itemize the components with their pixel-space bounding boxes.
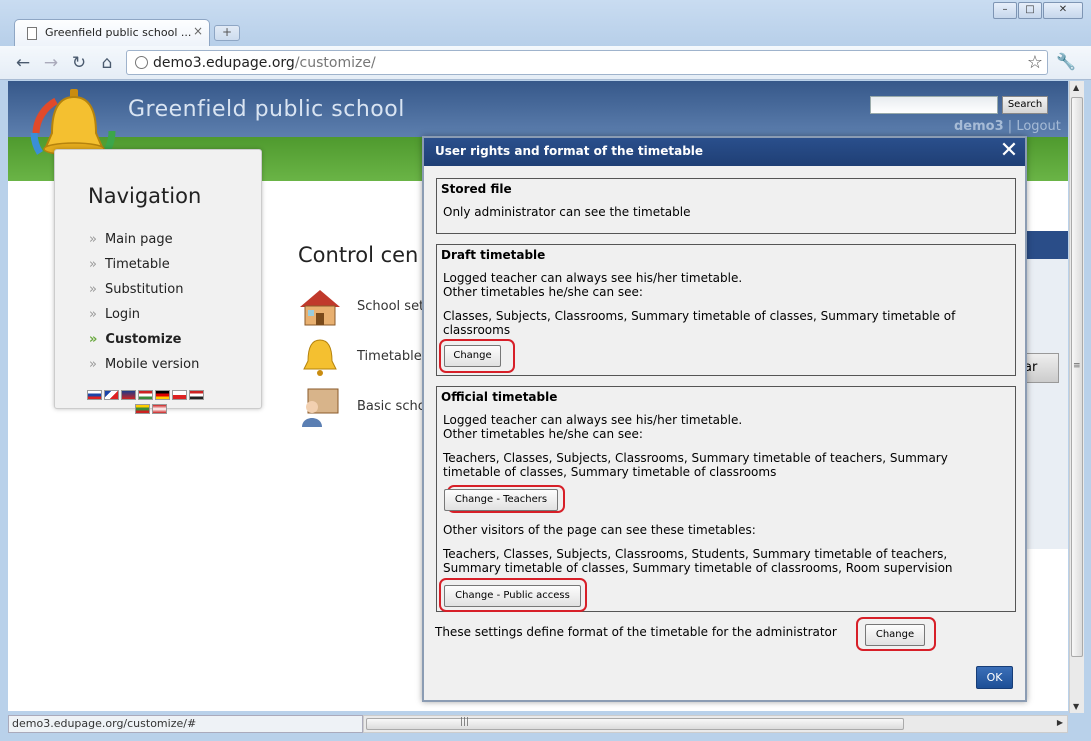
change-teachers-button[interactable]: Change - Teachers (444, 489, 558, 511)
scroll-thumb[interactable] (1071, 97, 1083, 657)
nav-item-timetable[interactable]: » Timetable (89, 257, 199, 282)
username-link[interactable]: demo3 (954, 119, 1004, 134)
flag-icon[interactable] (155, 390, 170, 400)
site-title: Greenfield public school (128, 97, 405, 122)
globe-icon (135, 56, 148, 69)
window-controls: – □ ✕ (992, 2, 1083, 19)
official-timetable-section: Official timetable Logged teacher can al… (436, 386, 1016, 612)
control-center-title: Control cen (298, 243, 419, 267)
flag-icon[interactable] (104, 390, 119, 400)
home-icon[interactable]: ⌂ (96, 52, 118, 74)
dialog-close-icon[interactable]: ✕ (997, 139, 1021, 163)
draft-timetable-section: Draft timetable Logged teacher can alway… (436, 244, 1016, 376)
visitors-text: Other visitors of the page can see these… (443, 523, 756, 537)
reload-icon[interactable]: ↻ (68, 52, 90, 74)
nav-item-customize[interactable]: » Customize (89, 332, 199, 357)
bell-icon (303, 339, 337, 376)
bookmark-star-icon[interactable]: ☆ (1027, 52, 1043, 73)
chevron-right-icon: » (89, 332, 98, 347)
scroll-right-icon[interactable]: ▶ (1057, 718, 1063, 727)
search-button[interactable]: Search (1002, 96, 1048, 114)
horizontal-scrollbar[interactable]: ||| ▶ (363, 715, 1068, 733)
search-input[interactable] (870, 96, 998, 114)
vertical-scrollbar[interactable]: ▲ ≡ ▼ (1069, 81, 1084, 713)
flag-icon[interactable] (152, 404, 167, 414)
page-icon (27, 27, 37, 40)
scroll-up-icon[interactable]: ▲ (1073, 83, 1079, 92)
draft-line2: Other timetables he/she can see: (443, 285, 643, 299)
language-flags (87, 390, 227, 418)
navigation-list: » Main page » Timetable » Substitution » Log… (89, 232, 199, 382)
dialog-title: User rights and format of the timetable (435, 144, 704, 158)
chevron-right-icon: » (89, 282, 97, 297)
scroll-thumb[interactable] (366, 718, 904, 730)
window-close-icon[interactable]: ✕ (1043, 2, 1083, 19)
flag-icon[interactable] (138, 390, 153, 400)
stored-file-section: Stored file Only administrator can see t… (436, 178, 1016, 234)
official-list: Teachers, Classes, Subjects, Classrooms,… (443, 451, 948, 479)
tab-close-icon[interactable]: × (193, 24, 203, 38)
address-bar[interactable]: demo3.edupage.org/customize/ ☆ (126, 50, 1048, 75)
change-public-access-button[interactable]: Change - Public access (444, 585, 581, 607)
flag-icon[interactable] (135, 404, 150, 414)
status-url: demo3.edupage.org/customize/# (8, 715, 363, 733)
stored-file-heading: Stored file (441, 182, 512, 196)
draft-line1: Logged teacher can always see his/her ti… (443, 271, 743, 285)
house-icon (300, 290, 340, 326)
stored-file-text: Only administrator can see the timetable (443, 205, 691, 219)
flag-icon[interactable] (172, 390, 187, 400)
draft-change-button[interactable]: Change (444, 345, 501, 367)
status-bar: demo3.edupage.org/customize/# ||| ▶ (0, 713, 1091, 741)
chevron-right-icon: » (89, 307, 97, 322)
navigation-panel: Navigation » Main page » Timetable » Substi… (54, 149, 262, 414)
nav-item-login[interactable]: » Login (89, 307, 199, 332)
flag-icon[interactable] (121, 390, 136, 400)
nav-item-main-page[interactable]: » Main page (89, 232, 199, 257)
minimize-icon[interactable]: – (993, 2, 1017, 19)
new-tab-button[interactable]: + (214, 25, 240, 41)
navigation-heading: Navigation (88, 184, 202, 208)
scroll-down-icon[interactable]: ▼ (1073, 702, 1079, 711)
browser-tab[interactable]: Greenfield public school ... × (14, 19, 210, 46)
forward-icon[interactable]: → (40, 52, 62, 74)
maximize-icon[interactable]: □ (1018, 2, 1042, 19)
footer-text: These settings define format of the time… (435, 625, 837, 639)
nav-item-mobile-version[interactable]: » Mobile version (89, 357, 199, 382)
window-titlebar: Greenfield public school ... × + – □ ✕ (0, 0, 1091, 46)
browser-toolbar: ← → ↻ ⌂ demo3.edupage.org/customize/ ☆ 🔧 (0, 46, 1091, 80)
teacher-icon (302, 388, 339, 427)
visitors-list: Teachers, Classes, Subjects, Classrooms,… (443, 547, 953, 575)
ok-button[interactable]: OK (976, 666, 1013, 689)
dialog-header: User rights and format of the timetable … (424, 138, 1025, 166)
footer-change-button[interactable]: Change (865, 624, 925, 646)
chevron-right-icon: » (89, 357, 97, 372)
flag-icon[interactable] (87, 390, 102, 400)
back-icon[interactable]: ← (12, 52, 34, 74)
logout-link[interactable]: Logout (1016, 119, 1061, 134)
user-rights-dialog: User rights and format of the timetable … (422, 136, 1027, 702)
grip-icon: ≡ (1073, 361, 1081, 371)
official-heading: Official timetable (441, 390, 558, 404)
site-header: Greenfield public school Search demo3 | … (8, 81, 1068, 137)
chevron-right-icon: » (89, 257, 97, 272)
nav-item-substitution[interactable]: » Substitution (89, 282, 199, 307)
official-line2: Other timetables he/she can see: (443, 427, 643, 441)
draft-list: Classes, Subjects, Classrooms, Summary t… (443, 309, 956, 337)
wrench-icon[interactable]: 🔧 (1056, 52, 1076, 71)
grip-icon: ||| (460, 717, 470, 727)
flag-icon[interactable] (189, 390, 204, 400)
official-line1: Logged teacher can always see his/her ti… (443, 413, 743, 427)
address-url: demo3.edupage.org/customize/ (153, 55, 376, 71)
tab-title: Greenfield public school ... (45, 26, 192, 39)
draft-heading: Draft timetable (441, 248, 546, 262)
chevron-right-icon: » (89, 232, 97, 247)
user-line: demo3 | Logout (954, 119, 1061, 134)
